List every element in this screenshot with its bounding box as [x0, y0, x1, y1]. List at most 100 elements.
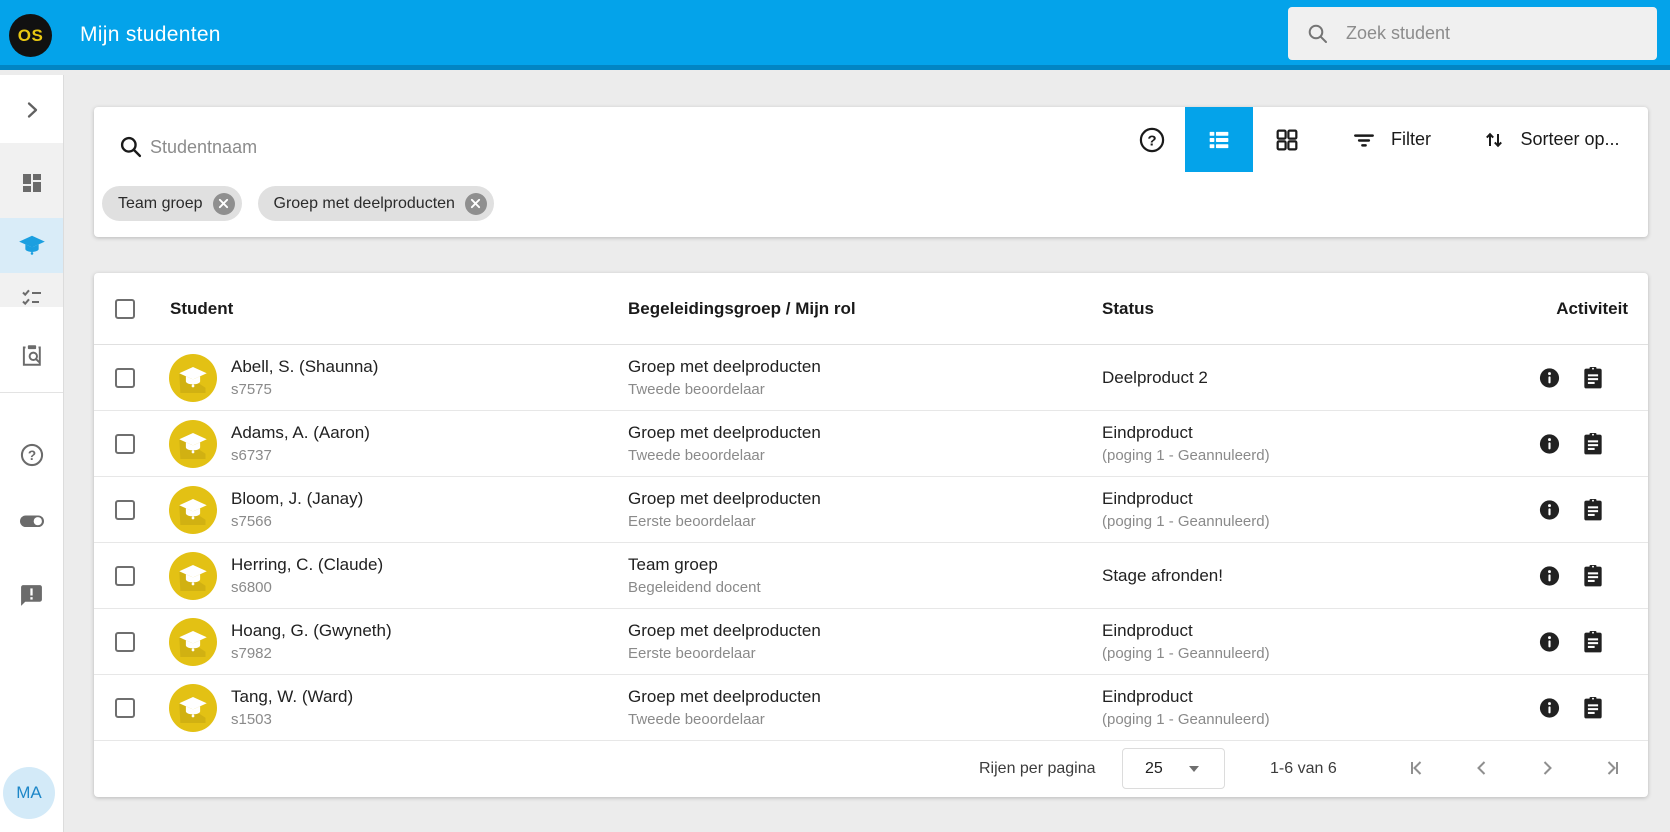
- chevron-right-icon: [27, 102, 37, 118]
- row-checkbox[interactable]: [115, 566, 135, 586]
- student-name: Tang, W. (Ward): [231, 686, 354, 706]
- filter-chip[interactable]: Groep met deelproducten: [257, 186, 494, 221]
- student-cell: Tang, W. (Ward) s1503: [231, 685, 353, 731]
- status-text: Deelproduct 2: [1102, 367, 1208, 387]
- app-logo[interactable]: OS: [9, 14, 52, 57]
- my-role: Eerste beoordelaar: [628, 512, 756, 530]
- next-page-button[interactable]: [1527, 748, 1567, 788]
- row-checkbox[interactable]: [115, 500, 135, 520]
- graduation-cap-icon: [179, 433, 207, 459]
- svg-text:?: ?: [1147, 132, 1156, 149]
- clipboard-icon: [1584, 432, 1602, 454]
- select-all-checkbox[interactable]: [115, 299, 135, 319]
- row-checkbox[interactable]: [115, 368, 135, 388]
- student-cell: Abell, S. (Shaunna) s7575: [231, 355, 378, 401]
- row-checkbox[interactable]: [115, 698, 135, 718]
- table-row[interactable]: Bloom, J. (Janay) s7566 Groep met deelpr…: [94, 477, 1648, 543]
- activity-clipboard-button[interactable]: [1580, 497, 1606, 523]
- info-button[interactable]: [1538, 630, 1561, 653]
- info-icon: [1539, 697, 1560, 718]
- row-checkbox[interactable]: [115, 632, 135, 652]
- info-button[interactable]: [1538, 498, 1561, 521]
- help-button[interactable]: ?: [1124, 107, 1180, 172]
- column-header-activity[interactable]: Activiteit: [1556, 273, 1628, 345]
- status-text: Eindproduct: [1102, 620, 1193, 640]
- info-button[interactable]: [1538, 696, 1561, 719]
- student-avatar: [169, 684, 217, 732]
- close-icon: [218, 198, 229, 209]
- status-sub: (poging 1 - Geannuleerd): [1102, 644, 1270, 662]
- checklist-icon: [21, 289, 41, 306]
- activity-clipboard-button[interactable]: [1580, 563, 1606, 589]
- column-header-status[interactable]: Status: [1102, 273, 1154, 345]
- student-name: Hoang, G. (Gwyneth): [231, 620, 392, 640]
- user-avatar[interactable]: MA: [3, 767, 55, 819]
- table-header: Student Begeleidingsgroep / Mijn rol Sta…: [94, 273, 1648, 345]
- search-icon: [1308, 24, 1327, 43]
- status-text: Eindproduct: [1102, 488, 1193, 508]
- feedback-icon: [21, 584, 42, 606]
- sort-button[interactable]: Sorteer op...: [1466, 107, 1636, 172]
- info-icon: [1539, 367, 1560, 388]
- table-row[interactable]: Adams, A. (Aaron) s6737 Groep met deelpr…: [94, 411, 1648, 477]
- row-checkbox[interactable]: [115, 434, 135, 454]
- graduation-cap-icon: [179, 499, 207, 525]
- sidebar-item-assessments[interactable]: [0, 331, 63, 379]
- info-button[interactable]: [1538, 432, 1561, 455]
- activity-clipboard-button[interactable]: [1580, 431, 1606, 457]
- column-header-group[interactable]: Begeleidingsgroep / Mijn rol: [628, 273, 856, 345]
- filter-button[interactable]: Filter: [1326, 107, 1456, 172]
- table-footer: Rijen per pagina 25 1-6 van 6: [94, 741, 1648, 796]
- chip-remove-icon[interactable]: [464, 192, 487, 215]
- sidebar-item-students[interactable]: [0, 222, 63, 270]
- students-table-card: Student Begeleidingsgroep / Mijn rol Sta…: [94, 273, 1648, 797]
- student-search-box[interactable]: [1288, 7, 1657, 60]
- user-initials: MA: [16, 783, 42, 802]
- column-header-student[interactable]: Student: [170, 273, 233, 345]
- group-name: Team groep: [628, 554, 718, 574]
- studentname-search-input[interactable]: [150, 125, 750, 169]
- info-button[interactable]: [1538, 366, 1561, 389]
- activity-clipboard-button[interactable]: [1580, 695, 1606, 721]
- status-cell: Eindproduct (poging 1 - Geannuleerd): [1102, 487, 1270, 533]
- chip-remove-icon[interactable]: [212, 192, 235, 215]
- sidebar-item-toggle[interactable]: [0, 497, 63, 545]
- chip-label: Groep met deelproducten: [273, 194, 455, 212]
- sidebar-item-dashboard[interactable]: [0, 159, 63, 207]
- student-avatar: [169, 618, 217, 666]
- chip-label: Team groep: [118, 194, 203, 212]
- sidebar-item-feedback[interactable]: [0, 571, 63, 619]
- table-row[interactable]: Hoang, G. (Gwyneth) s7982 Groep met deel…: [94, 609, 1648, 675]
- status-text: Eindproduct: [1102, 686, 1193, 706]
- list-view-button[interactable]: [1185, 107, 1253, 172]
- first-page-button[interactable]: [1397, 748, 1437, 788]
- status-sub: (poging 1 - Geannuleerd): [1102, 446, 1270, 464]
- filter-card: ? Filter: [94, 107, 1648, 237]
- last-page-button[interactable]: [1592, 748, 1632, 788]
- info-icon: [1539, 433, 1560, 454]
- list-view-icon: [1209, 131, 1229, 148]
- activity-clipboard-button[interactable]: [1580, 629, 1606, 655]
- sidebar-expand-button[interactable]: [0, 86, 63, 134]
- graduation-cap-icon: [179, 697, 207, 723]
- topbar: OS Mijn studenten: [0, 0, 1670, 70]
- grid-view-button[interactable]: [1257, 107, 1317, 172]
- student-search-input[interactable]: [1346, 23, 1636, 44]
- rows-per-page-select[interactable]: 25: [1122, 748, 1225, 789]
- student-id: s1503: [231, 710, 272, 728]
- my-role: Tweede beoordelaar: [628, 446, 765, 464]
- sidebar-item-help[interactable]: ?: [0, 431, 63, 479]
- my-role: Tweede beoordelaar: [628, 710, 765, 728]
- table-row[interactable]: Tang, W. (Ward) s1503 Groep met deelprod…: [94, 675, 1648, 741]
- status-text: Stage afronden!: [1102, 565, 1223, 585]
- table-row[interactable]: Herring, C. (Claude) s6800 Team groep Be…: [94, 543, 1648, 609]
- student-cell: Bloom, J. (Janay) s7566: [231, 487, 363, 533]
- previous-page-button[interactable]: [1462, 748, 1502, 788]
- student-id: s7575: [231, 380, 272, 398]
- info-button[interactable]: [1538, 564, 1561, 587]
- last-page-icon: [1607, 761, 1618, 775]
- table-row[interactable]: Abell, S. (Shaunna) s7575 Groep met deel…: [94, 345, 1648, 411]
- filter-chip[interactable]: Team groep: [102, 186, 242, 221]
- sidebar-item-tasks[interactable]: [0, 273, 63, 321]
- activity-clipboard-button[interactable]: [1580, 365, 1606, 391]
